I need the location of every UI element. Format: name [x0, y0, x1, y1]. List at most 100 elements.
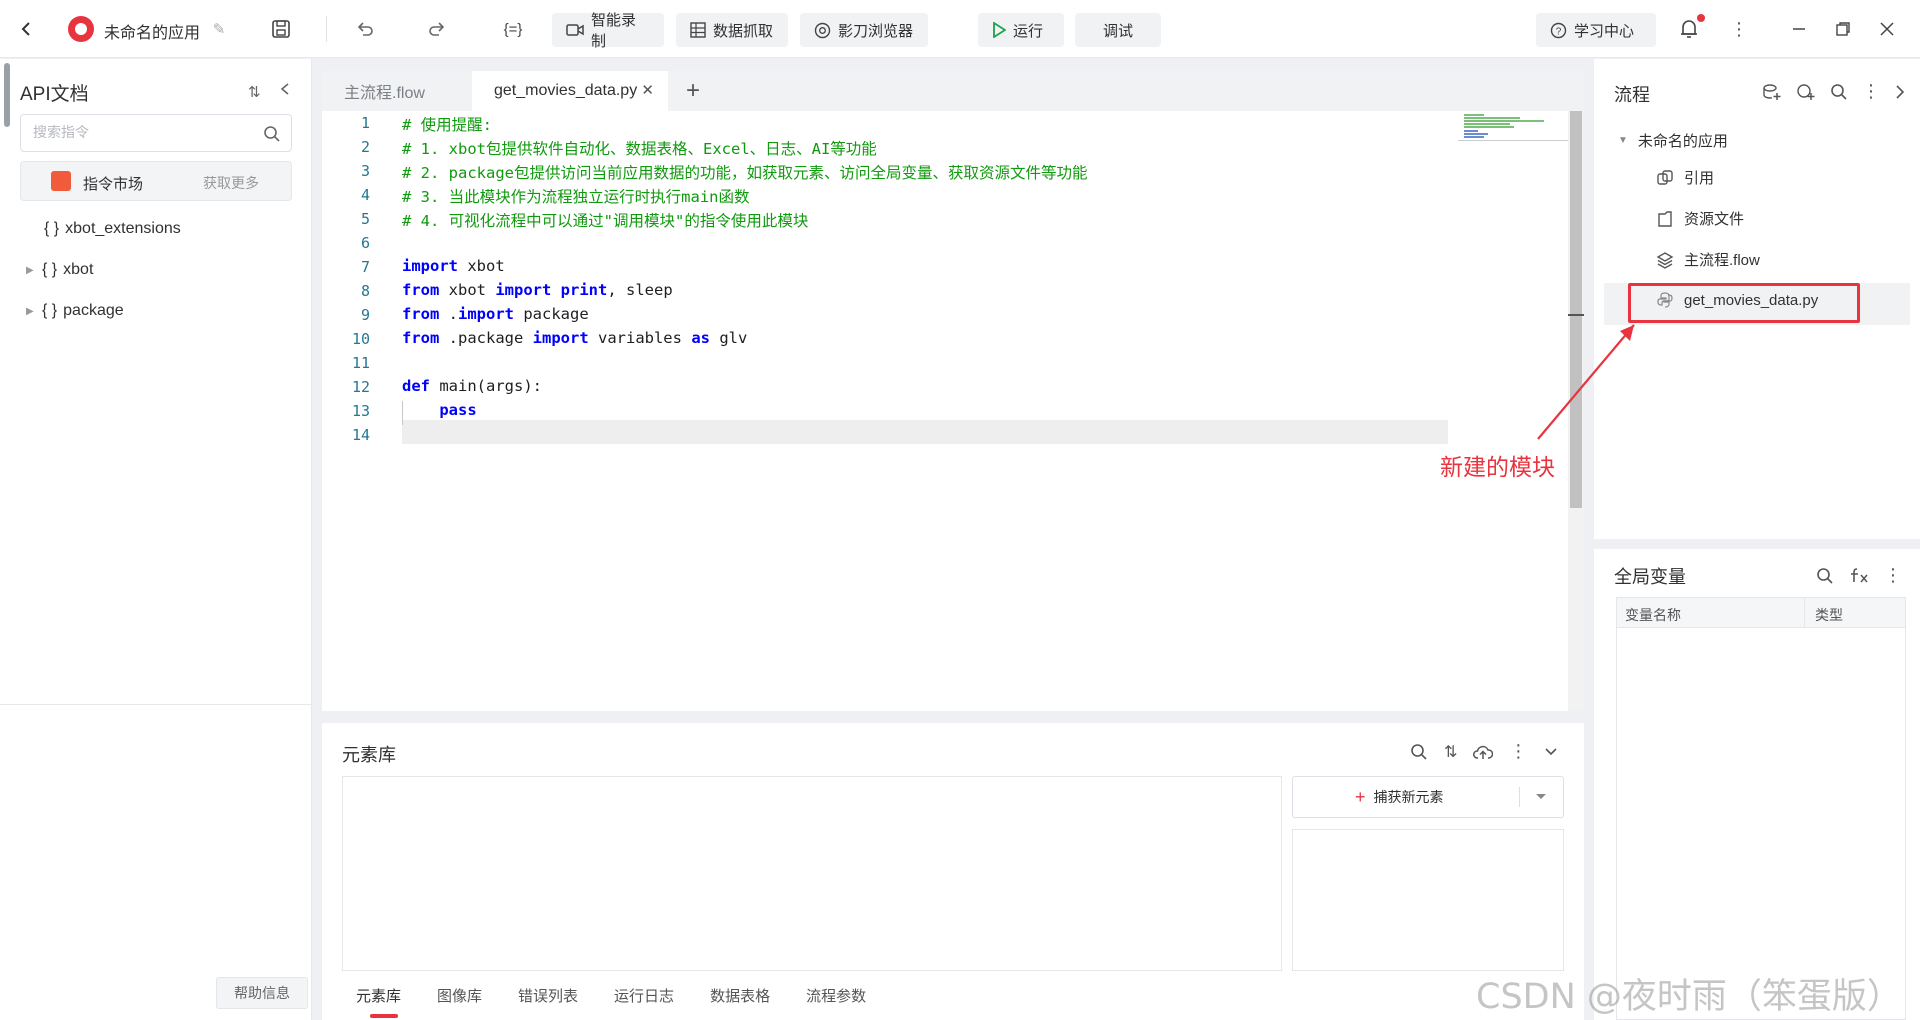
code-text: glv — [709, 329, 748, 347]
sort-icon[interactable]: ⇅ — [248, 83, 261, 101]
search-icon[interactable] — [1830, 83, 1848, 101]
search-icon[interactable] — [263, 125, 281, 143]
code-minimap[interactable] — [1458, 111, 1570, 141]
panel-scrollbar[interactable] — [4, 63, 10, 127]
element-list-area[interactable] — [342, 776, 1282, 971]
save-icon[interactable] — [268, 16, 294, 42]
undo-icon[interactable] — [352, 16, 378, 42]
code-text: main(args): — [430, 377, 542, 395]
run-button[interactable]: 运行 — [978, 13, 1064, 47]
cloud-upload-icon[interactable] — [1473, 744, 1494, 760]
code-line: pass — [402, 401, 476, 419]
tree-item-label: xbot — [63, 261, 94, 278]
more-vertical-icon[interactable]: ⋮ — [1509, 741, 1527, 762]
expand-caret-icon[interactable]: ▶ — [26, 265, 36, 276]
column-header-type: 类型 — [1815, 607, 1843, 623]
browser-label: 影刀浏览器 — [838, 22, 914, 40]
instruction-search-input[interactable] — [33, 115, 253, 149]
minimize-icon[interactable] — [1786, 16, 1812, 42]
code-keyword: from — [402, 305, 440, 323]
more-vertical-icon[interactable]: ⋮ — [1862, 81, 1880, 102]
app-logo — [68, 16, 94, 42]
dropdown-caret-icon[interactable] — [1535, 793, 1547, 801]
expand-caret-icon[interactable]: ▼ — [1618, 135, 1628, 146]
tab-flow-params[interactable]: 流程参数 — [806, 985, 866, 1006]
help-info-button[interactable]: 帮助信息 — [216, 977, 308, 1009]
debug-button[interactable]: 调试 — [1075, 13, 1161, 47]
market-more-link[interactable]: 获取更多 — [203, 173, 259, 193]
chevron-down-icon[interactable] — [1543, 744, 1559, 760]
tab-close-icon[interactable]: ✕ — [641, 81, 654, 99]
search-icon[interactable] — [1410, 743, 1428, 761]
tree-item-package[interactable]: ▶ { } package — [26, 302, 124, 320]
flow-item-references[interactable]: 引用 — [1656, 167, 1714, 188]
tab-get-movies-data[interactable]: get_movies_data.py ✕ — [472, 71, 668, 111]
more-vertical-icon[interactable]: ⋮ — [1884, 565, 1902, 586]
code-line: # 2. package包提供访问当前应用数据的功能，如获取元素、访问全局变量、… — [402, 164, 1088, 182]
run-label: 运行 — [1013, 22, 1044, 40]
top-bar: 未命名的应用 ✎ {=} 智能录制 数据抓取 影刀浏览器 运行 调试 ? 学习中… — [0, 0, 1920, 58]
code-text: . — [439, 305, 458, 323]
code-text: , sleep — [607, 281, 673, 299]
restore-icon[interactable] — [1830, 16, 1856, 42]
tab-label: get_movies_data.py — [494, 82, 638, 99]
flow-item-resources[interactable]: 资源文件 — [1656, 208, 1744, 229]
code-line: # 1. xbot包提供软件自动化、数据表格、Excel、日志、AI等功能 — [402, 140, 877, 158]
code-text: xbot — [458, 257, 505, 275]
tree-item-label: package — [63, 302, 124, 319]
editor-tabs: 主流程.flow get_movies_data.py ✕ + — [322, 71, 1584, 111]
code-line: # 3. 当此模块作为流程独立运行时执行main函数 — [402, 188, 750, 206]
tree-item-xbot-extensions[interactable]: { } xbot_extensions — [44, 220, 181, 238]
edit-name-icon[interactable]: ✎ — [206, 16, 232, 42]
browser-button[interactable]: 影刀浏览器 — [800, 13, 928, 47]
minimap-line — [1464, 126, 1514, 128]
help-circle-icon: ? — [1550, 22, 1567, 38]
tab-error-list[interactable]: 错误列表 — [518, 985, 578, 1006]
app-title[interactable]: 未命名的应用 — [104, 19, 200, 43]
tab-element-library[interactable]: 元素库 — [356, 985, 401, 1006]
back-icon[interactable] — [14, 16, 40, 42]
expand-caret-icon[interactable]: ▶ — [26, 306, 36, 317]
layers-icon — [1656, 251, 1674, 269]
line-number: 9 — [360, 306, 370, 324]
code-editor[interactable]: 1 2 3 4 5 6 7 8 9 10 11 12 13 14 # 使用提醒:… — [322, 111, 1584, 711]
capture-element-button[interactable]: + 捕获新元素 — [1292, 776, 1564, 818]
variables-braces-icon[interactable]: {=} — [496, 16, 530, 42]
code-text: .package — [439, 329, 533, 347]
collapse-panel-icon[interactable] — [278, 79, 292, 103]
function-icon[interactable] — [1848, 567, 1870, 585]
flow-item-main-flow[interactable]: 主流程.flow — [1656, 249, 1760, 270]
flow-panel: 流程 ⋮ ▼ 未命名的应用 引用 资源文件 主流程.flow get_movie… — [1594, 59, 1920, 539]
search-icon[interactable] — [1816, 567, 1834, 585]
add-flow-icon[interactable] — [1762, 83, 1782, 101]
tab-data-table[interactable]: 数据表格 — [710, 985, 770, 1006]
code-text: variables — [588, 329, 692, 347]
instruction-market-button[interactable]: 指令市场 获取更多 — [20, 161, 292, 201]
learning-center-button[interactable]: ? 学习中心 — [1536, 13, 1656, 47]
add-python-module-icon[interactable] — [1796, 83, 1816, 101]
more-vertical-icon[interactable]: ⋮ — [1726, 16, 1752, 42]
chevron-right-icon[interactable] — [1894, 84, 1906, 100]
line-number: 2 — [360, 138, 370, 156]
close-icon[interactable] — [1874, 16, 1900, 42]
video-icon — [566, 24, 584, 36]
market-label: 指令市场 — [83, 176, 144, 193]
tree-item-xbot[interactable]: ▶ { } xbot — [26, 261, 93, 279]
tab-main-flow[interactable]: 主流程.flow — [322, 71, 447, 111]
redo-icon[interactable] — [424, 16, 450, 42]
data-scrape-button[interactable]: 数据抓取 — [676, 13, 788, 47]
smart-record-button[interactable]: 智能录制 — [552, 12, 664, 50]
flow-tree-root[interactable]: ▼ 未命名的应用 — [1618, 130, 1728, 151]
tab-image-library[interactable]: 图像库 — [437, 985, 482, 1006]
watermark: CSDN @夜时雨（笨蛋版） — [1476, 977, 1902, 1017]
add-tab-icon[interactable]: + — [686, 77, 700, 105]
code-keyword: as — [691, 329, 710, 347]
sort-icon[interactable]: ⇅ — [1444, 742, 1457, 762]
minimap-line — [1464, 123, 1510, 125]
minimap-line — [1464, 120, 1544, 122]
editor-scrollbar-thumb[interactable] — [1570, 111, 1582, 508]
tree-item-label: xbot_extensions — [65, 220, 181, 237]
tab-run-log[interactable]: 运行日志 — [614, 985, 674, 1006]
bottom-tabs: 元素库 图像库 错误列表 运行日志 数据表格 流程参数 — [356, 985, 866, 1006]
annotation-arrow — [1537, 324, 1635, 440]
